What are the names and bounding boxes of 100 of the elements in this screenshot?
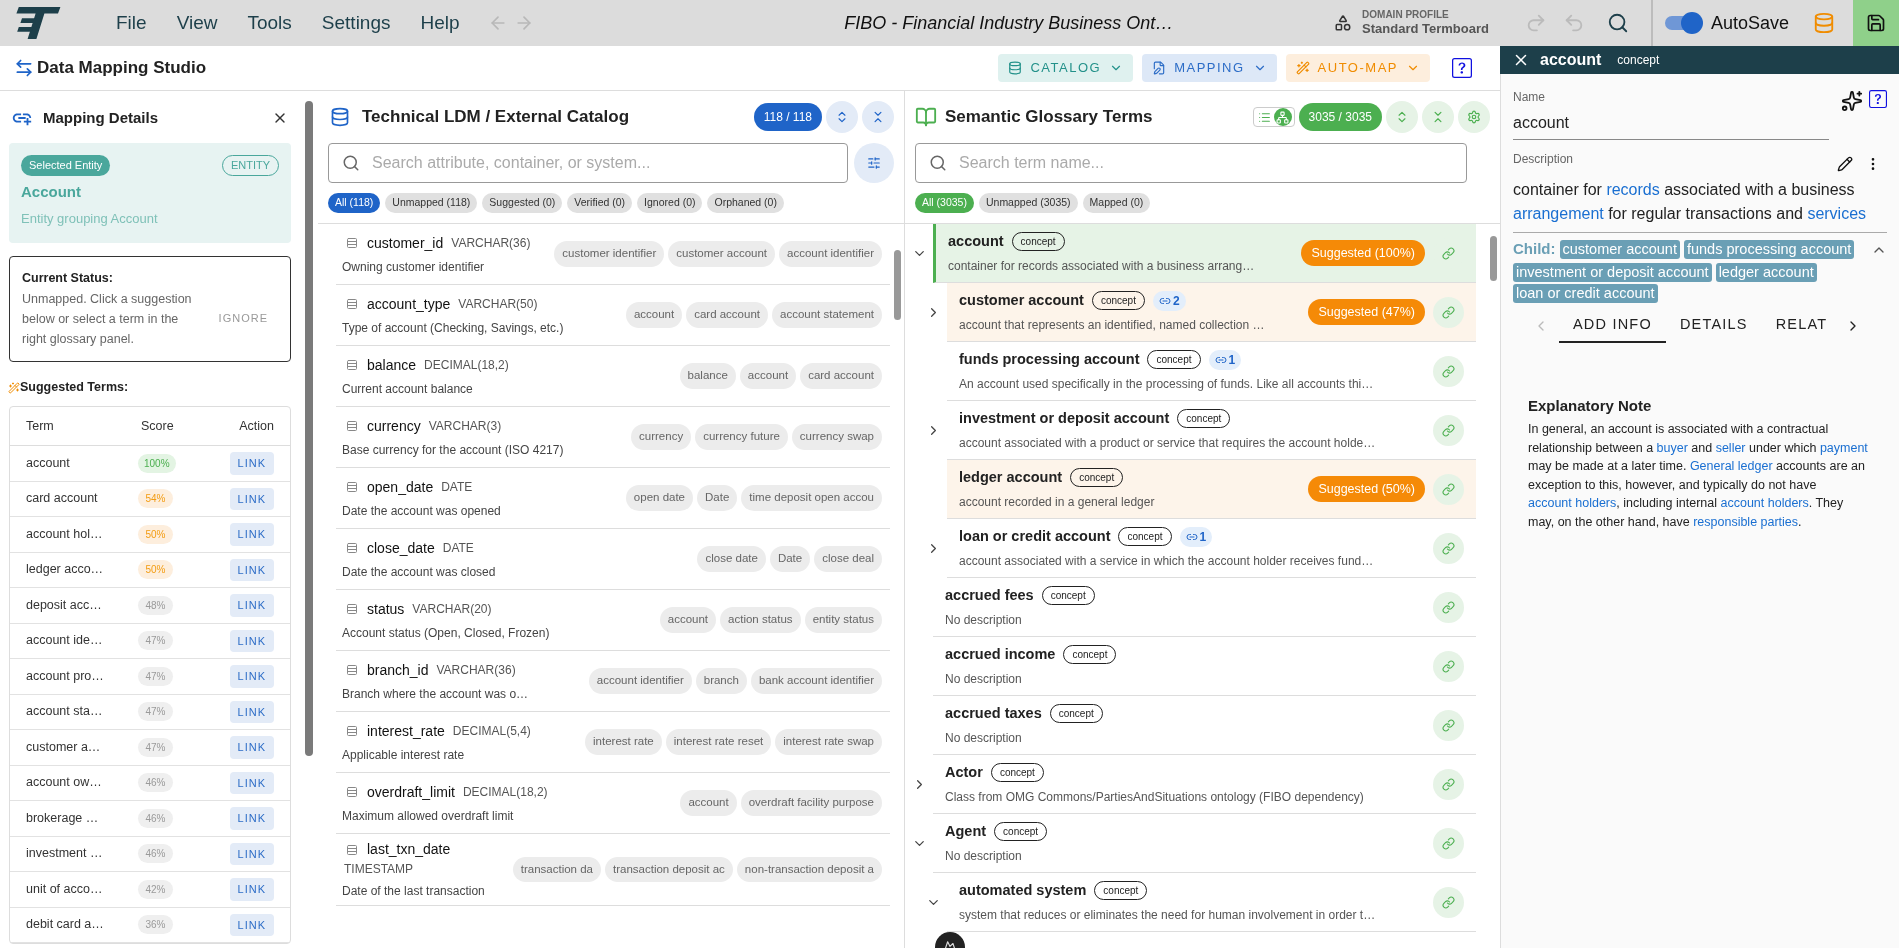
child-chip[interactable]: customer account bbox=[1559, 239, 1680, 259]
suggestion-chip[interactable]: open date bbox=[625, 485, 694, 511]
link-button[interactable]: LINK bbox=[229, 452, 274, 475]
suggestion-chip[interactable]: currency future bbox=[695, 424, 788, 450]
link-button[interactable] bbox=[1433, 532, 1464, 564]
link-button[interactable] bbox=[1433, 591, 1464, 623]
suggestion-chip[interactable]: account identifier bbox=[588, 668, 692, 694]
link-button[interactable]: LINK bbox=[229, 558, 274, 581]
suggestion-chip[interactable]: action status bbox=[720, 607, 801, 633]
suggestion-chip[interactable]: card account bbox=[800, 363, 882, 389]
link-button[interactable]: LINK bbox=[229, 913, 274, 936]
tree-view-button[interactable] bbox=[1273, 108, 1292, 126]
suggestion-chip[interactable]: transaction da bbox=[512, 856, 601, 883]
suggestion-chip[interactable]: overdraft facility purpose bbox=[740, 790, 882, 816]
link-button[interactable]: LINK bbox=[229, 700, 274, 723]
term-row[interactable]: accrued income concept No description bbox=[933, 637, 1476, 696]
child-chip[interactable]: ledger account bbox=[1715, 262, 1817, 282]
menu-item[interactable]: Settings bbox=[321, 8, 391, 38]
term-row[interactable]: Agent concept No description bbox=[933, 814, 1476, 873]
term-row[interactable]: accrued fees concept No description bbox=[933, 578, 1476, 637]
menu-item[interactable]: File bbox=[116, 8, 147, 38]
filter-chip[interactable]: Mapped (0) bbox=[1082, 193, 1151, 213]
link-button[interactable]: LINK bbox=[229, 523, 274, 546]
suggestion-chip[interactable]: interest rate reset bbox=[665, 729, 772, 755]
term-link[interactable]: buyer bbox=[1656, 440, 1688, 455]
toolbar-button[interactable]: CATALOG bbox=[998, 54, 1134, 82]
link-button[interactable]: LINK bbox=[229, 629, 274, 652]
link-button[interactable] bbox=[1433, 473, 1464, 505]
child-chip[interactable]: loan or credit account bbox=[1513, 283, 1658, 303]
tab[interactable]: DETAILS bbox=[1665, 308, 1762, 343]
expand-all-button[interactable] bbox=[826, 101, 858, 133]
term-row[interactable]: automated system concept system that reduces or eliminates the need for human involvement in order t… bbox=[947, 873, 1476, 932]
suggestion-chip[interactable]: customer account bbox=[668, 241, 776, 267]
name-field[interactable]: account bbox=[1513, 111, 1829, 140]
collapse-all-button[interactable] bbox=[862, 101, 894, 133]
menu-item[interactable]: Help bbox=[420, 8, 460, 38]
filter-chip[interactable]: All (3035) bbox=[915, 193, 974, 213]
link-button[interactable] bbox=[1433, 768, 1464, 800]
term-row[interactable]: customer account concept 2 account that represents an identified, named collection … Suggested (47%) bbox=[947, 283, 1476, 342]
scrollbar-thumb[interactable] bbox=[305, 101, 313, 756]
link-button[interactable] bbox=[1433, 886, 1464, 918]
link-button[interactable] bbox=[1433, 296, 1464, 328]
menu-item[interactable]: Tools bbox=[247, 8, 292, 38]
term-row[interactable]: funds processing account concept 1 An account used specifically in the processing of funds. Like all accounts thi… bbox=[947, 342, 1476, 401]
ignore-button[interactable]: IGNORE bbox=[218, 310, 268, 327]
filter-chip[interactable]: Unmapped (3035) bbox=[978, 193, 1078, 213]
suggestion-chip[interactable]: non-transaction deposit a bbox=[736, 856, 882, 883]
link-button[interactable] bbox=[1433, 827, 1464, 859]
help-icon[interactable] bbox=[1869, 90, 1887, 108]
toolbar-button[interactable]: MAPPING bbox=[1142, 54, 1277, 82]
edit-icon[interactable] bbox=[1837, 156, 1853, 172]
suggestion-chip[interactable]: branch bbox=[695, 668, 747, 694]
term-row[interactable]: accrued taxes concept No description bbox=[933, 696, 1476, 755]
link-button[interactable] bbox=[1433, 355, 1464, 387]
tab[interactable]: RELAT bbox=[1761, 308, 1842, 343]
term-link[interactable]: account holders bbox=[1720, 496, 1809, 510]
suggestion-chip[interactable]: account identifier bbox=[779, 241, 882, 267]
link-button[interactable] bbox=[1433, 650, 1464, 682]
search-input[interactable]: Search attribute, container, or system... bbox=[372, 151, 834, 175]
link-button[interactable]: LINK bbox=[229, 665, 274, 688]
search-field[interactable]: Search term name... bbox=[915, 143, 1467, 183]
suggestion-chip[interactable]: account bbox=[659, 607, 717, 633]
term-link[interactable]: General ledger bbox=[1689, 459, 1773, 473]
suggestion-chip[interactable]: balance bbox=[679, 363, 736, 389]
term-row[interactable]: ledger account concept account recorded in a general ledger Suggested (50%) bbox=[947, 460, 1476, 519]
save-button[interactable] bbox=[1853, 0, 1899, 46]
link-button[interactable]: LINK bbox=[229, 842, 274, 865]
link-button[interactable]: LINK bbox=[229, 487, 274, 510]
suggestion-chip[interactable]: close deal bbox=[814, 546, 882, 572]
filter-chip[interactable]: Verified (0) bbox=[567, 193, 633, 213]
suggestion-chip[interactable]: Date bbox=[769, 546, 811, 572]
suggestion-chip[interactable]: account bbox=[625, 302, 683, 328]
suggestion-chip[interactable]: currency bbox=[631, 424, 692, 450]
link-button[interactable]: LINK bbox=[229, 807, 274, 830]
help-icon[interactable] bbox=[1452, 58, 1472, 78]
child-chip[interactable]: funds processing account bbox=[1683, 239, 1855, 259]
suggestion-chip[interactable]: account bbox=[739, 363, 797, 389]
link-button[interactable]: LINK bbox=[229, 878, 274, 901]
link-button[interactable]: LINK bbox=[229, 594, 274, 617]
filter-chip[interactable]: Orphaned (0) bbox=[707, 193, 784, 213]
suggestion-chip[interactable]: transaction deposit ac bbox=[605, 856, 733, 883]
search-icon[interactable] bbox=[1606, 12, 1629, 34]
link-button[interactable] bbox=[1433, 709, 1464, 741]
filter-chip[interactable]: Suggested (0) bbox=[482, 193, 563, 213]
suggestion-chip[interactable]: currency swap bbox=[791, 424, 882, 450]
scrollbar-thumb[interactable] bbox=[894, 250, 901, 320]
term-link[interactable]: payment bbox=[1819, 440, 1868, 455]
suggestion-chip[interactable]: account bbox=[680, 790, 737, 816]
search-field[interactable]: Search attribute, container, or system... bbox=[328, 143, 848, 183]
sparkles-icon[interactable] bbox=[1841, 90, 1863, 112]
database-icon[interactable] bbox=[1813, 12, 1835, 34]
suggestion-chip[interactable]: card account bbox=[686, 302, 768, 328]
expand-all-button[interactable] bbox=[1386, 101, 1418, 133]
suggestion-chip[interactable]: bank account identifier bbox=[750, 668, 882, 694]
settings-button[interactable] bbox=[1458, 101, 1490, 133]
collapse-all-button[interactable] bbox=[1422, 101, 1454, 133]
term-link[interactable]: records bbox=[1606, 181, 1660, 198]
tab[interactable]: ADD INFO bbox=[1559, 308, 1666, 343]
suggestion-chip[interactable]: interest rate swap bbox=[775, 729, 882, 755]
link-button[interactable]: LINK bbox=[229, 736, 274, 759]
